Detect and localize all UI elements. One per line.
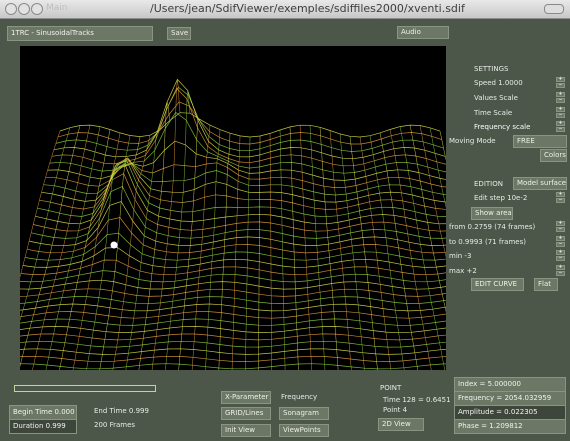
x-parameter-value: Frequency: [281, 393, 318, 401]
surface-grid-line: [20, 355, 446, 363]
index-readout: Index = 5.000000: [454, 377, 566, 392]
speed-label: Speed 1.0000: [474, 79, 523, 87]
surface-grid-line: [409, 125, 446, 313]
track-selector[interactable]: 1TRC - SinusoidalTracks: [7, 26, 153, 41]
values-scale-stepper[interactable]: + −: [556, 92, 565, 104]
settings-header: SETTINGS: [474, 65, 509, 73]
point-header: POINT: [380, 384, 402, 392]
values-scale-label: Values Scale: [474, 94, 518, 102]
minimize-window-button[interactable]: [18, 3, 30, 15]
surface-grid-line: [41, 158, 446, 203]
surface-grid-line: [59, 112, 441, 138]
surface-grid-line: [309, 125, 326, 370]
surface-grid-line: [59, 129, 111, 370]
frames-label: 200 Frames: [94, 421, 136, 429]
time-scale-label: Time Scale: [474, 109, 513, 117]
begin-time-field[interactable]: Begin Time 0.000: [9, 405, 77, 420]
surface-grid-line: [191, 125, 211, 370]
surface-grid-line: [72, 132, 121, 370]
surface-grid-line: [419, 125, 446, 258]
point-index-label: Point 4: [383, 406, 408, 414]
duration-field[interactable]: Duration 0.999: [9, 419, 77, 434]
x-parameter-button[interactable]: X-Parameter: [221, 391, 271, 404]
from-stepper[interactable]: + −: [556, 221, 565, 233]
surface-grid-line: [49, 111, 446, 174]
audio-button[interactable]: Audio: [397, 26, 449, 39]
end-time-label: End Time 0.999: [94, 407, 149, 415]
model-surface-select[interactable]: Model surface: [513, 177, 567, 190]
surface-grid-line: [218, 133, 231, 370]
from-label: from 0.2759 (74 frames): [449, 223, 536, 231]
edit-step-label: Edit step 10e-2: [474, 194, 528, 202]
to-label: to 0.9993 (71 frames): [449, 238, 526, 246]
selected-point-marker[interactable]: [110, 241, 118, 249]
to-stepper[interactable]: + −: [556, 236, 565, 248]
view-2d-button[interactable]: 2D View: [378, 418, 424, 431]
surface-grid-line: [35, 163, 446, 225]
surface-grid-line: [20, 363, 446, 370]
min-stepper[interactable]: + −: [556, 250, 565, 262]
phase-readout: Phase = 1.209812: [454, 419, 566, 434]
grid-lines-button[interactable]: GRID/Lines: [221, 407, 271, 420]
moving-mode-select[interactable]: FREE: [513, 135, 567, 148]
surface-grid-line: [20, 270, 446, 283]
init-view-button[interactable]: Init View: [221, 424, 271, 437]
surface-grid-line: [299, 125, 312, 370]
surface-grid-line: [269, 133, 273, 370]
surface-grid-line: [22, 247, 446, 268]
surface-grid-line: [20, 259, 446, 276]
min-label: min -3: [449, 252, 472, 260]
surface-grid-line: [379, 132, 419, 370]
zoom-window-button[interactable]: [31, 3, 43, 15]
surface-grid-line: [20, 279, 446, 290]
show-area-button[interactable]: Show area: [471, 207, 513, 220]
edit-curve-button[interactable]: EDIT CURVE: [471, 278, 524, 291]
frequency-scale-label: Frequency scale: [474, 123, 531, 131]
toolbar-toggle-button[interactable]: [544, 4, 564, 14]
frequency-readout: Frequency = 2054.032959: [454, 391, 566, 406]
time-scale-stepper[interactable]: + −: [556, 107, 565, 119]
surface-grid-line: [399, 126, 446, 370]
surface-grid-line: [53, 78, 446, 160]
surface-3d-view[interactable]: [20, 46, 446, 370]
surface-grid-line: [349, 136, 378, 370]
frequency-scale-stepper[interactable]: + −: [556, 121, 565, 133]
close-window-button[interactable]: [5, 3, 17, 15]
max-stepper[interactable]: + −: [556, 265, 565, 277]
flat-button[interactable]: Flat: [534, 278, 558, 291]
surface-grid-line: [258, 136, 261, 370]
surface-wireframe: [20, 78, 446, 370]
surface-grid-line: [20, 311, 446, 319]
edition-header: EDITION: [474, 180, 503, 188]
surface-grid-line: [51, 87, 446, 167]
background-window-title: Main: [46, 3, 68, 13]
save-button[interactable]: Save: [167, 27, 191, 40]
playback-progress-bar[interactable]: [14, 385, 156, 392]
amplitude-readout: Amplitude = 0.022305: [454, 405, 566, 420]
surface-grid-line: [20, 288, 446, 297]
surface-grid-line: [20, 326, 446, 334]
surface-grid-line: [245, 136, 251, 370]
surface-grid-line: [20, 348, 446, 355]
viewpoints-button[interactable]: ViewPoints: [279, 424, 329, 437]
sonagram-button[interactable]: Sonagram: [279, 407, 329, 420]
window-titlebar: Main /Users/jean/SdifViewer/exemples/sdi…: [0, 0, 570, 19]
surface-grid-line: [439, 131, 446, 161]
point-time-label: Time 128 = 0.6451: [383, 396, 451, 404]
window-title: /Users/jean/SdifViewer/exemples/sdiffile…: [150, 2, 465, 15]
max-label: max +2: [449, 267, 477, 275]
speed-stepper[interactable]: + −: [556, 77, 565, 89]
moving-mode-label: Moving Mode: [449, 137, 496, 145]
colors-button[interactable]: Colors: [540, 149, 567, 162]
surface-grid-line: [20, 318, 446, 326]
edit-step-stepper[interactable]: + −: [556, 192, 565, 204]
